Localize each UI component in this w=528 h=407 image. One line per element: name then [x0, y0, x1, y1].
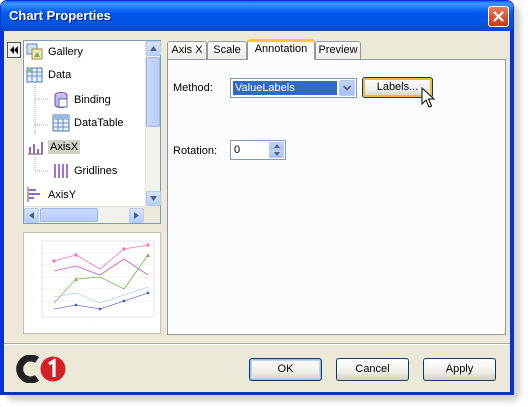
chart-properties-window: Chart Properties Gallery Data Binding Da… [0, 0, 514, 395]
tree-item-gridlines[interactable]: Gridlines [52, 161, 117, 181]
c1-logo: C1 [13, 355, 66, 383]
svg-text:..: .. [32, 275, 35, 280]
axis-y-icon [27, 187, 40, 202]
rotation-decrement-button[interactable] [269, 150, 284, 158]
method-select[interactable]: ValueLabels [230, 78, 357, 98]
tree-connector-lines [34, 157, 48, 172]
chart-preview-image: ...... . . [32, 240, 155, 328]
property-tree[interactable]: Gallery Data Binding DataTable AxisX Gri… [23, 40, 161, 224]
method-dropdown-button[interactable] [339, 80, 355, 96]
scroll-left-button[interactable] [24, 208, 39, 223]
scroll-right-button[interactable] [129, 208, 144, 223]
datatable-icon [52, 114, 70, 132]
scroll-thumb[interactable] [146, 57, 160, 127]
tree-item-binding[interactable]: Binding [52, 90, 111, 110]
tree-item-datatable[interactable]: DataTable [52, 113, 124, 133]
svg-text:..: .. [32, 251, 35, 256]
apply-button[interactable]: Apply [423, 358, 496, 381]
collapse-pane-button[interactable] [7, 42, 21, 58]
tree-item-label: AxisX [48, 140, 81, 154]
tree-item-label: Binding [74, 94, 111, 106]
tree-item-label: Gallery [48, 46, 83, 58]
arrow-left-icon [29, 212, 34, 219]
tree-item-label: AxisY [48, 189, 77, 201]
arrow-up-icon [150, 46, 157, 51]
mouse-cursor-icon [421, 87, 435, 108]
tree-item-axisx[interactable]: AxisX [26, 137, 81, 157]
rotation-value: 0 [234, 144, 241, 156]
tab-preview[interactable]: Preview [315, 41, 361, 59]
gridlines-icon [54, 164, 68, 178]
annotation-panel [167, 59, 506, 335]
data-icon [26, 67, 43, 83]
footer-separator [4, 343, 510, 345]
title-bar[interactable]: Chart Properties [1, 1, 513, 31]
arrow-up-icon [273, 144, 280, 148]
scroll-down-button[interactable] [146, 191, 161, 206]
binding-icon [54, 92, 68, 108]
rotation-label: Rotation: [173, 145, 218, 157]
scrollbar-corner [144, 206, 160, 223]
axis-x-icon [28, 142, 43, 155]
tree-item-label: Data [48, 69, 72, 81]
scroll-up-button[interactable] [146, 41, 161, 56]
method-label: Method: [173, 82, 213, 94]
chart-preview-thumbnail: ...... . . [23, 232, 161, 334]
tree-item-data[interactable]: Data [26, 65, 71, 85]
tab-axis-x[interactable]: Axis X [167, 41, 207, 59]
rotation-increment-button[interactable] [269, 142, 284, 150]
logo-text: C1 [13, 355, 15, 356]
arrow-down-icon [150, 196, 157, 201]
svg-text:..: .. [32, 299, 35, 304]
tab-scale[interactable]: Scale [207, 41, 247, 59]
arrow-down-icon [273, 152, 280, 156]
tab-annotation[interactable]: Annotation [247, 39, 315, 60]
close-icon [493, 11, 504, 22]
cancel-button[interactable]: Cancel [336, 358, 409, 381]
gallery-icon [26, 43, 43, 60]
arrow-right-icon [134, 212, 139, 219]
chevron-down-icon [343, 85, 351, 91]
scroll-thumb[interactable] [40, 208, 98, 222]
window-title: Chart Properties [9, 8, 111, 23]
ok-button[interactable]: OK [249, 358, 322, 381]
double-chevron-left-icon [10, 46, 18, 54]
method-select-value: ValueLabels [233, 81, 337, 95]
tree-item-gallery[interactable]: Gallery [26, 42, 83, 62]
tree-item-label: Gridlines [74, 165, 118, 177]
close-button[interactable] [488, 6, 509, 27]
rotation-stepper[interactable]: 0 [230, 140, 286, 160]
svg-text:. .: . . [90, 323, 94, 328]
tree-item-axisy[interactable]: AxisY [26, 185, 76, 205]
tree-item-label: DataTable [74, 117, 124, 129]
tree-vertical-scrollbar[interactable] [145, 41, 161, 206]
tree-horizontal-scrollbar[interactable] [24, 206, 145, 223]
